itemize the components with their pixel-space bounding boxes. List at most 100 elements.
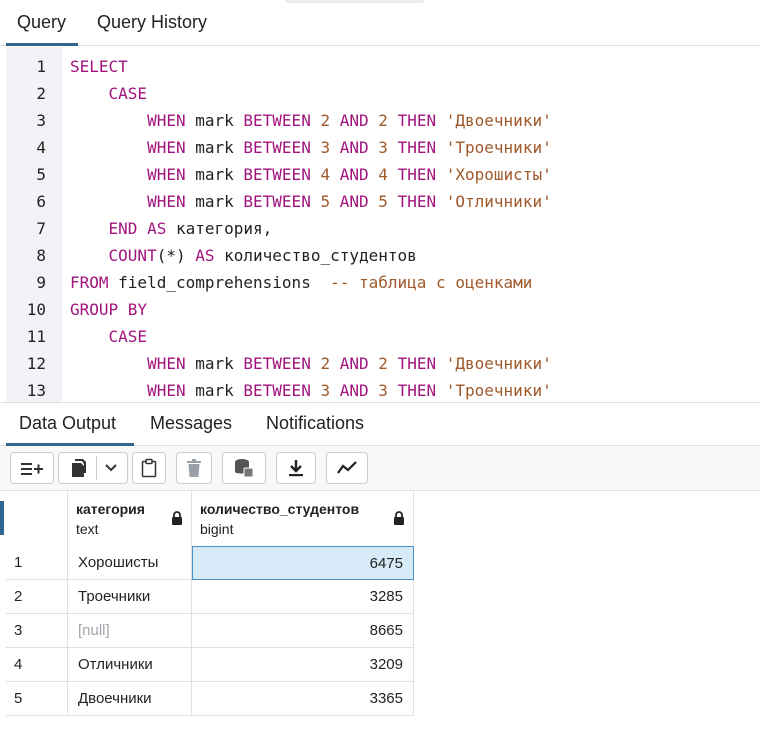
column-header-count[interactable]: количество_студентов bigint <box>192 491 414 546</box>
sql-keyword: THEN <box>397 192 437 211</box>
category-cell[interactable]: Отличники <box>68 648 192 682</box>
code-text[interactable]: SELECT <box>70 53 128 80</box>
table-row[interactable]: 5 Двоечники 3365 <box>6 682 414 716</box>
row-number[interactable]: 3 <box>6 614 68 648</box>
tab-query-history[interactable]: Query History <box>97 12 207 33</box>
sql-literal: 4 <box>320 165 331 184</box>
sql-literal: 3 <box>378 138 388 157</box>
save-data-button[interactable] <box>222 452 266 484</box>
tab-notifications[interactable]: Notifications <box>266 413 364 434</box>
code-line[interactable]: 1 SELECT <box>0 53 760 80</box>
category-cell[interactable]: Троечники <box>68 580 192 614</box>
code-text[interactable]: GROUP BY <box>70 296 147 323</box>
row-number[interactable]: 1 <box>6 546 68 580</box>
line-number: 4 <box>36 138 46 157</box>
download-button[interactable] <box>276 452 316 484</box>
row-number[interactable]: 2 <box>6 580 68 614</box>
count-cell[interactable]: 8665 <box>192 614 414 648</box>
sql-keyword: GROUP BY <box>70 300 148 319</box>
code-line[interactable]: 4 WHEN mark BETWEEN 3 AND 3 THEN 'Троечн… <box>0 134 760 161</box>
category-cell[interactable]: Хорошисты <box>68 546 192 580</box>
line-number: 10 <box>26 300 46 319</box>
copy-icon <box>71 459 86 477</box>
sql-keyword: THEN <box>397 381 437 400</box>
count-cell[interactable]: 3285 <box>192 580 414 614</box>
sql-keyword: THEN <box>397 165 437 184</box>
code-text[interactable]: FROM field_comprehensions -- таблица с о… <box>70 269 532 296</box>
row-number[interactable]: 4 <box>6 648 68 682</box>
count-cell[interactable]: 3365 <box>192 682 414 716</box>
code-text[interactable]: COUNT(*) AS количество_студентов <box>70 242 417 269</box>
column-header-category[interactable]: категория text <box>68 491 192 546</box>
category-cell[interactable]: Двоечники <box>68 682 192 716</box>
code-line[interactable]: 5 WHEN mark BETWEEN 4 AND 4 THEN 'Хороши… <box>0 161 760 188</box>
sql-keyword: AND <box>339 354 369 373</box>
chevron-down-icon[interactable] <box>104 464 117 472</box>
code-text[interactable]: WHEN mark BETWEEN 3 AND 3 THEN 'Троечник… <box>70 134 552 161</box>
code-text[interactable]: END AS категория, <box>70 215 273 242</box>
code-text[interactable]: WHEN mark BETWEEN 4 AND 4 THEN 'Хорошист… <box>70 161 552 188</box>
code-text[interactable]: WHEN mark BETWEEN 3 AND 3 THEN 'Троечник… <box>70 377 552 402</box>
sql-keyword: AND <box>339 138 369 157</box>
code-line[interactable]: 8 COUNT(*) AS количество_студентов <box>0 242 760 269</box>
paste-button[interactable] <box>132 452 166 484</box>
code-line[interactable]: 2 CASE <box>0 80 760 107</box>
code-line[interactable]: 9 FROM field_comprehensions -- таблица с … <box>0 269 760 296</box>
line-number: 12 <box>26 354 46 373</box>
delete-button[interactable] <box>176 452 212 484</box>
sql-keyword: AND <box>339 192 369 211</box>
count-cell[interactable]: 6475 <box>192 546 414 580</box>
save-data-icon <box>235 459 254 478</box>
scroll-handle[interactable] <box>285 0 425 3</box>
table-row[interactable]: 1 Хорошисты 6475 <box>6 546 414 580</box>
code-text[interactable]: CASE <box>70 80 148 107</box>
query-tab-bar: Query Query History <box>0 4 760 46</box>
code-line[interactable]: 6 WHEN mark BETWEEN 5 AND 5 THEN 'Отличн… <box>0 188 760 215</box>
row-number[interactable]: 5 <box>6 682 68 716</box>
code-line[interactable]: 3 WHEN mark BETWEEN 2 AND 2 THEN 'Двоечн… <box>0 107 760 134</box>
code-text[interactable]: WHEN mark BETWEEN 5 AND 5 THEN 'Отличник… <box>70 188 552 215</box>
column-name: категория <box>76 501 145 517</box>
category-cell[interactable]: [null] <box>68 614 192 648</box>
tab-messages[interactable]: Messages <box>150 413 232 434</box>
sql-keyword: AND <box>339 165 369 184</box>
tab-data-output[interactable]: Data Output <box>19 413 116 434</box>
graph-visualiser-button[interactable] <box>326 452 368 484</box>
sql-keyword: COUNT <box>108 246 157 265</box>
add-row-button[interactable] <box>10 452 54 484</box>
table-row[interactable]: 3 [null] 8665 <box>6 614 414 648</box>
code-line[interactable]: 11 CASE <box>0 323 760 350</box>
grid-header: категория text количество_студентов bigi… <box>0 491 414 546</box>
code-line[interactable]: 10 GROUP BY <box>0 296 760 323</box>
code-line[interactable]: 13 WHEN mark BETWEEN 3 AND 3 THEN 'Троеч… <box>0 377 760 402</box>
sql-editor[interactable]: 1 SELECT 2 CASE 3 WHEN mark BETWEEN 2 AND 2… <box>0 47 760 402</box>
sql-text: mark <box>185 111 244 130</box>
sql-keyword: AND <box>339 111 369 130</box>
code-text[interactable]: WHEN mark BETWEEN 2 AND 2 THEN 'Двоечник… <box>70 350 552 377</box>
code-line[interactable]: 7 END AS категория, <box>0 215 760 242</box>
table-row[interactable]: 2 Троечники 3285 <box>6 580 414 614</box>
sql-literal: 3 <box>320 138 331 157</box>
sql-text: field_comprehensions <box>108 273 331 292</box>
tab-query[interactable]: Query <box>17 12 66 33</box>
copy-button[interactable] <box>58 452 128 484</box>
code-line[interactable]: 12 WHEN mark BETWEEN 2 AND 2 THEN 'Двоеч… <box>0 350 760 377</box>
code-text[interactable]: CASE <box>70 323 148 350</box>
code-text[interactable]: WHEN mark BETWEEN 2 AND 2 THEN 'Двоечник… <box>70 107 552 134</box>
count-cell[interactable]: 3209 <box>192 648 414 682</box>
table-row[interactable]: 4 Отличники 3209 <box>6 648 414 682</box>
